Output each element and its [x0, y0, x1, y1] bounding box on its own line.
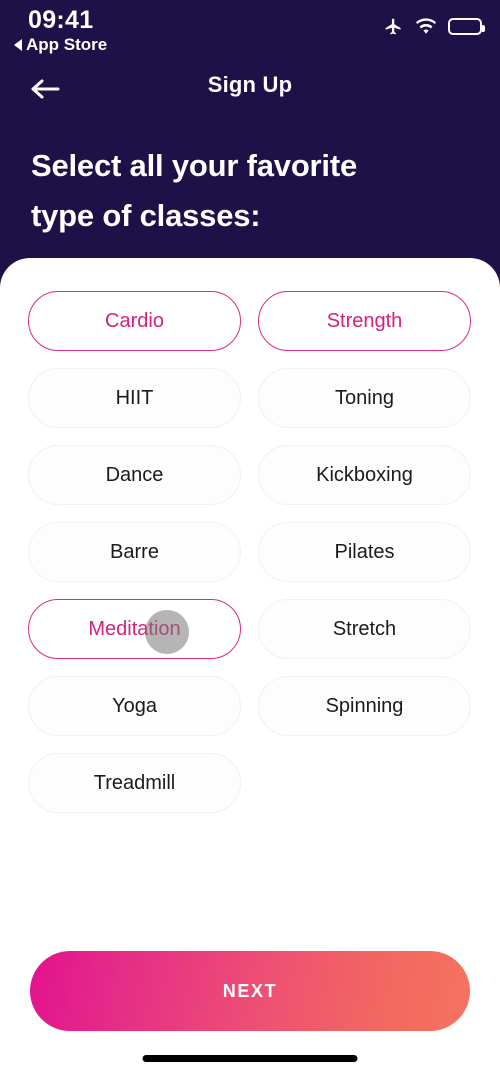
- chip-hiit[interactable]: HIIT: [28, 368, 241, 428]
- screen-heading: Select all your favorite type of classes…: [31, 141, 469, 241]
- chip-cardio[interactable]: Cardio: [28, 291, 241, 351]
- chip-label: HIIT: [115, 386, 154, 409]
- content-sheet: Cardio Strength HIIT Toning Dance Kickboxing B…: [0, 258, 500, 1080]
- status-bar-indicators: [383, 17, 485, 36]
- class-type-chip-grid: Cardio Strength HIIT Toning Dance Kickboxing B…: [28, 291, 471, 813]
- chip-barre[interactable]: Barre: [28, 522, 241, 582]
- chip-label: Barre: [110, 540, 159, 563]
- chip-treadmill[interactable]: Treadmill: [28, 753, 241, 813]
- chip-label: Stretch: [332, 617, 397, 640]
- chip-spinning[interactable]: Spinning: [258, 676, 471, 736]
- heading-line-2: type of classes:: [31, 198, 261, 233]
- chip-label: Toning: [335, 386, 394, 409]
- chip-label: Kickboxing: [316, 463, 413, 486]
- chip-label: Strength: [326, 309, 403, 332]
- status-bar-back-to-app[interactable]: App Store: [14, 35, 107, 55]
- chip-dance[interactable]: Dance: [28, 445, 241, 505]
- status-bar-back-label: App Store: [26, 35, 108, 54]
- chip-pilates[interactable]: Pilates: [258, 522, 471, 582]
- chip-yoga[interactable]: Yoga: [28, 676, 241, 736]
- chip-label: Meditation: [88, 617, 181, 640]
- next-button[interactable]: NEXT: [30, 951, 470, 1031]
- phone-screen: 09:41 App Store Sign Up Select all your …: [0, 0, 500, 1080]
- heading-line-1: Select all your favorite: [31, 148, 357, 183]
- status-bar: 09:41 App Store: [0, 0, 500, 62]
- battery-icon: [448, 18, 485, 35]
- chip-label: Pilates: [334, 540, 395, 563]
- chip-label: Yoga: [112, 694, 157, 717]
- chip-kickboxing[interactable]: Kickboxing: [258, 445, 471, 505]
- chip-label: Cardio: [105, 309, 164, 332]
- chip-strength[interactable]: Strength: [258, 291, 471, 351]
- status-bar-time: 09:41: [28, 6, 94, 34]
- chip-toning[interactable]: Toning: [258, 368, 471, 428]
- airplane-mode-icon: [385, 18, 401, 35]
- triangle-left-icon: [14, 39, 22, 51]
- wifi-icon: [415, 18, 437, 34]
- navigation-bar: Sign Up: [0, 66, 500, 112]
- chip-label: Treadmill: [93, 771, 176, 794]
- home-indicator: [142, 1055, 358, 1062]
- chip-meditation[interactable]: Meditation: [28, 599, 241, 659]
- chip-label: Spinning: [325, 694, 404, 717]
- chip-stretch[interactable]: Stretch: [258, 599, 471, 659]
- chip-label: Dance: [105, 463, 164, 486]
- page-title: Sign Up: [207, 72, 293, 97]
